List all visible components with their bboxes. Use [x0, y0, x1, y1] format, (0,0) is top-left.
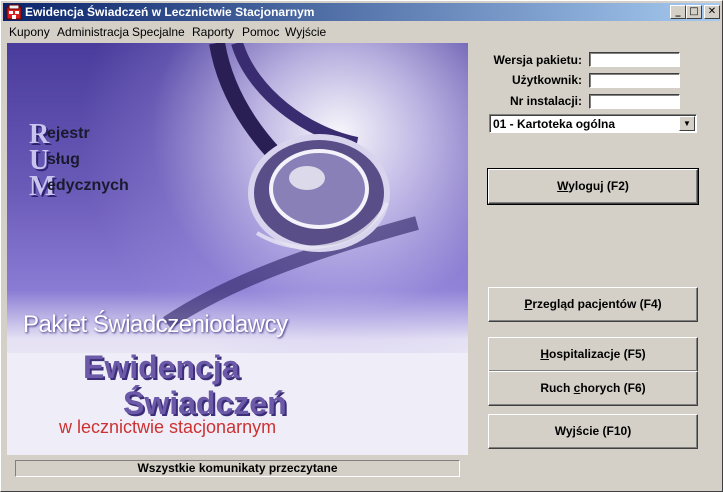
app-icon[interactable]: [6, 4, 22, 20]
hospitalizations-button[interactable]: Hospitalizacje (F5): [488, 337, 698, 372]
banner-image: R U M ejestr sług edycznych Pakiet Świad…: [7, 43, 468, 455]
status-bar: Wszystkie komunikaty przeczytane: [15, 460, 460, 477]
menu-pomoc[interactable]: Pomoc: [242, 25, 279, 39]
logout-button[interactable]: Wyloguj (F2): [487, 168, 699, 205]
window-title: Ewidencja Świadczeń w Lecznictwie Stacjo…: [25, 5, 315, 19]
version-field[interactable]: [589, 52, 680, 67]
close-button[interactable]: ✕: [704, 5, 720, 19]
minimize-icon: _: [675, 6, 681, 17]
registry-select[interactable]: 01 - Kartoteka ogólna ▼: [489, 114, 697, 133]
exit-button[interactable]: Wyjście (F10): [488, 414, 698, 449]
banner-title-line1: Ewidencja: [83, 349, 240, 385]
logo-word-medycznych: edycznych: [47, 177, 129, 194]
install-field[interactable]: [589, 94, 680, 109]
install-label: Nr instalacji:: [509, 94, 582, 108]
patient-movement-button[interactable]: Ruch chorych (F6): [488, 371, 698, 406]
logo-word-rejestr: ejestr: [47, 125, 90, 142]
patients-review-button[interactable]: Przegląd pacjentów (F4): [488, 287, 698, 322]
close-icon: ✕: [707, 6, 717, 17]
menu-wyjscie[interactable]: Wyjście: [285, 25, 326, 39]
main-window: Ewidencja Świadczeń w Lecznictwie Stacjo…: [0, 0, 723, 492]
registry-select-value: 01 - Kartoteka ogólna: [493, 117, 616, 131]
version-label: Wersja pakietu:: [493, 53, 582, 67]
banner-subtitle: w lecznictwie stacjonarnym: [59, 417, 277, 437]
user-label: Użytkownik:: [511, 73, 582, 87]
chevron-down-icon[interactable]: ▼: [679, 116, 695, 131]
title-bar[interactable]: Ewidencja Świadczeń w Lecznictwie Stacjo…: [3, 3, 720, 21]
maximize-button[interactable]: □: [686, 5, 702, 19]
product-name: Pakiet Świadczeniodawcy: [23, 311, 288, 338]
menu-bar: Kupony Administracja Specjalne Raporty P…: [3, 22, 720, 41]
logo-word-uslug: sług: [47, 151, 80, 168]
menu-raporty[interactable]: Raporty: [192, 25, 234, 39]
minimize-button[interactable]: _: [670, 5, 686, 19]
menu-administracja[interactable]: Administracja: [57, 25, 129, 39]
user-field[interactable]: [589, 73, 680, 88]
maximize-icon: □: [689, 6, 699, 17]
menu-specjalne[interactable]: Specjalne: [132, 25, 185, 39]
menu-kupony[interactable]: Kupony: [9, 25, 50, 39]
